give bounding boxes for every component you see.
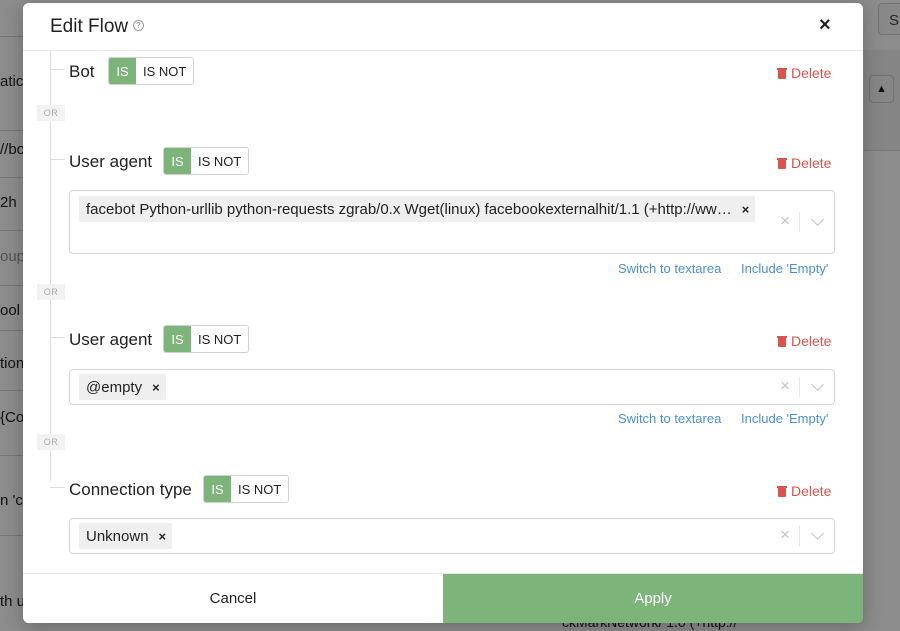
apply-button[interactable]: Apply bbox=[443, 574, 863, 623]
delete-button[interactable]: Delete bbox=[777, 333, 831, 349]
modal-header: Edit Flow ? × bbox=[23, 3, 863, 51]
delete-label: Delete bbox=[791, 483, 832, 499]
value-select[interactable]: facebot Python-urllib python-requests zg… bbox=[69, 190, 835, 254]
delete-button[interactable]: Delete bbox=[777, 65, 831, 81]
value-tag: facebot Python-urllib python-requests zg… bbox=[79, 196, 756, 222]
value-select[interactable]: @empty × × bbox=[69, 369, 835, 405]
is-toggle: IS IS NOT bbox=[163, 147, 250, 175]
delete-button[interactable]: Delete bbox=[777, 155, 831, 171]
delete-label: Delete bbox=[791, 65, 832, 81]
include-empty-link[interactable]: Include 'Empty' bbox=[741, 411, 828, 426]
cancel-button[interactable]: Cancel bbox=[23, 574, 443, 623]
close-icon[interactable]: × bbox=[819, 14, 831, 37]
clear-icon[interactable]: × bbox=[780, 376, 790, 396]
is-option[interactable]: IS bbox=[164, 326, 191, 352]
condition-label: Bot bbox=[69, 62, 95, 81]
or-separator: OR bbox=[37, 434, 65, 450]
delete-label: Delete bbox=[791, 155, 832, 171]
tag-remove-icon[interactable]: × bbox=[742, 201, 750, 222]
condition-label: User agent bbox=[69, 152, 153, 171]
chevron-down-icon[interactable] bbox=[811, 213, 824, 226]
modal-footer: Cancel Apply bbox=[23, 573, 863, 623]
conditions-list: OR OR OR Bot IS IS NOT Delete User agent… bbox=[23, 51, 863, 573]
clear-icon[interactable]: × bbox=[780, 525, 790, 545]
delete-label: Delete bbox=[791, 333, 832, 349]
trash-icon bbox=[777, 67, 787, 79]
is-option[interactable]: IS bbox=[164, 148, 191, 174]
modal-title: Edit Flow bbox=[50, 16, 129, 37]
is-toggle: IS IS NOT bbox=[203, 475, 290, 503]
is-toggle: IS IS NOT bbox=[108, 57, 195, 85]
help-icon[interactable]: ? bbox=[133, 20, 144, 31]
chevron-down-icon[interactable] bbox=[811, 527, 824, 540]
switch-to-textarea-link[interactable]: Switch to textarea bbox=[618, 261, 721, 276]
condition-label: User agent bbox=[69, 330, 153, 349]
value-tag: Unknown × bbox=[79, 523, 173, 549]
include-empty-link[interactable]: Include 'Empty' bbox=[741, 261, 828, 276]
edit-flow-modal: Edit Flow ? × OR OR OR Bot IS IS NOT Del… bbox=[23, 3, 863, 623]
tag-label: @empty bbox=[86, 379, 143, 396]
condition-label: Connection type bbox=[69, 480, 192, 499]
trash-icon bbox=[777, 335, 787, 347]
tag-remove-icon[interactable]: × bbox=[152, 379, 160, 400]
value-tag: @empty × bbox=[79, 374, 166, 400]
tag-label: facebot Python-urllib python-requests zg… bbox=[86, 201, 732, 218]
trash-icon bbox=[777, 485, 787, 497]
chevron-down-icon[interactable] bbox=[811, 378, 824, 391]
delete-button[interactable]: Delete bbox=[777, 483, 831, 499]
is-not-option[interactable]: IS NOT bbox=[191, 148, 249, 174]
trash-icon bbox=[777, 157, 787, 169]
value-select[interactable]: Unknown × × bbox=[69, 518, 835, 554]
switch-to-textarea-link[interactable]: Switch to textarea bbox=[618, 411, 721, 426]
is-not-option[interactable]: IS NOT bbox=[191, 326, 249, 352]
is-toggle: IS IS NOT bbox=[163, 325, 250, 353]
tag-remove-icon[interactable]: × bbox=[159, 528, 167, 549]
or-separator: OR bbox=[37, 284, 65, 300]
or-separator: OR bbox=[37, 105, 65, 121]
is-option[interactable]: IS bbox=[204, 476, 231, 502]
clear-icon[interactable]: × bbox=[780, 211, 790, 231]
is-not-option[interactable]: IS NOT bbox=[136, 58, 194, 84]
is-not-option[interactable]: IS NOT bbox=[231, 476, 289, 502]
tag-label: Unknown bbox=[86, 528, 149, 545]
is-option[interactable]: IS bbox=[109, 58, 136, 84]
